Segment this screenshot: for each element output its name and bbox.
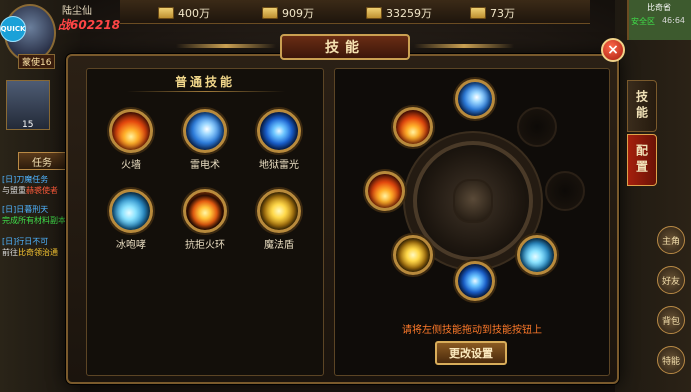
skill-wheel (413, 141, 533, 261)
skill-fire-wall[interactable]: 火墙 (101, 109, 161, 173)
resource-yuanbao: 33259万 (366, 4, 432, 22)
tab-config[interactable]: 配置 (627, 134, 657, 186)
skill-dialog: 技能 × 普通技能 火墙 雷电术 地狱雷光 冰咆哮 抗拒火环 魔法盾 请将左侧技… (66, 34, 657, 384)
skill-label: 火墙 (121, 160, 141, 171)
slot-fire-wall[interactable] (393, 107, 433, 147)
skill-label: 冰咆哮 (116, 240, 146, 251)
skill-label: 地狱雷光 (259, 160, 299, 171)
skill-repel-ring[interactable]: 抗拒火环 (175, 189, 235, 253)
game-screen: QUICK 蒙使16 15 任务 [日]刀魔任务 与盟重赫裘使者 [日]日暮刑天… (0, 0, 691, 392)
skill-thunder[interactable]: 雷电术 (175, 109, 235, 173)
bag-button[interactable]: 背包 (657, 306, 685, 334)
slot-empty[interactable] (545, 171, 585, 211)
slot-ice-roar[interactable] (517, 235, 557, 275)
skill-label: 雷电术 (190, 160, 220, 171)
skill-config-panel: 请将左侧技能拖动到技能按钮上 更改设置 (334, 68, 610, 376)
yuanbao-icon (366, 7, 382, 19)
special-button[interactable]: 特能 (657, 346, 685, 374)
tab-skill[interactable]: 技能 (627, 80, 657, 132)
right-hud (615, 0, 691, 392)
resource-gold: 400万 (158, 4, 210, 22)
change-settings-button[interactable]: 更改设置 (435, 341, 507, 365)
skill-label: 抗拒火环 (185, 240, 225, 251)
ice-roar-icon (109, 189, 153, 233)
minimap-time: 46:64 (661, 16, 685, 25)
resource-silver: 909万 (262, 4, 314, 22)
skill-ice-roar[interactable]: 冰咆哮 (101, 189, 161, 253)
minimap-location: 比奇省 (647, 3, 671, 12)
skill-label: 魔法盾 (264, 240, 294, 251)
slot-thunder[interactable] (455, 79, 495, 119)
minimap-safe-zone: 安全区 (631, 17, 655, 26)
skill-magic-shield[interactable]: 魔法盾 (249, 189, 309, 253)
player-name: 陆尘仙 (62, 6, 92, 17)
player-level: 蒙使16 (18, 54, 56, 69)
gold-ingot-icon (158, 7, 174, 19)
skill-list-title: 普通技能 (174, 75, 235, 89)
skill-hell-thunder[interactable]: 地狱雷光 (249, 109, 309, 173)
title-ornament-right (414, 44, 514, 48)
slot-magic-shield[interactable] (393, 235, 433, 275)
quick-button[interactable]: QUICK (0, 16, 26, 42)
bound-yuanbao-icon (470, 7, 486, 19)
friends-button[interactable]: 好友 (657, 266, 685, 294)
title-ornament-left (176, 44, 276, 48)
hell-thunder-icon (257, 109, 301, 153)
hero-level: 15 (22, 120, 34, 130)
close-button[interactable]: × (601, 38, 625, 62)
slot-empty[interactable] (517, 107, 557, 147)
repel-ring-icon (183, 189, 227, 233)
thunder-icon (183, 109, 227, 153)
silver-ingot-icon (262, 7, 278, 19)
resource-bound-yuanbao: 73万 (470, 4, 515, 22)
demon-face-emblem (453, 179, 493, 223)
drag-hint: 请将左侧技能拖动到技能按钮上 (402, 325, 542, 336)
slot-fire[interactable] (365, 171, 405, 211)
skill-list-panel: 普通技能 火墙 雷电术 地狱雷光 冰咆哮 抗拒火环 魔法盾 (86, 68, 324, 376)
slot-hell-thunder[interactable] (455, 261, 495, 301)
divider (127, 91, 285, 92)
fire-wall-icon (109, 109, 153, 153)
magic-shield-icon (257, 189, 301, 233)
task-tab[interactable]: 任务 (18, 152, 66, 170)
combat-power: 战602218 (58, 18, 121, 32)
character-button[interactable]: 主角 (657, 226, 685, 254)
dialog-title: 技能 (280, 34, 410, 60)
